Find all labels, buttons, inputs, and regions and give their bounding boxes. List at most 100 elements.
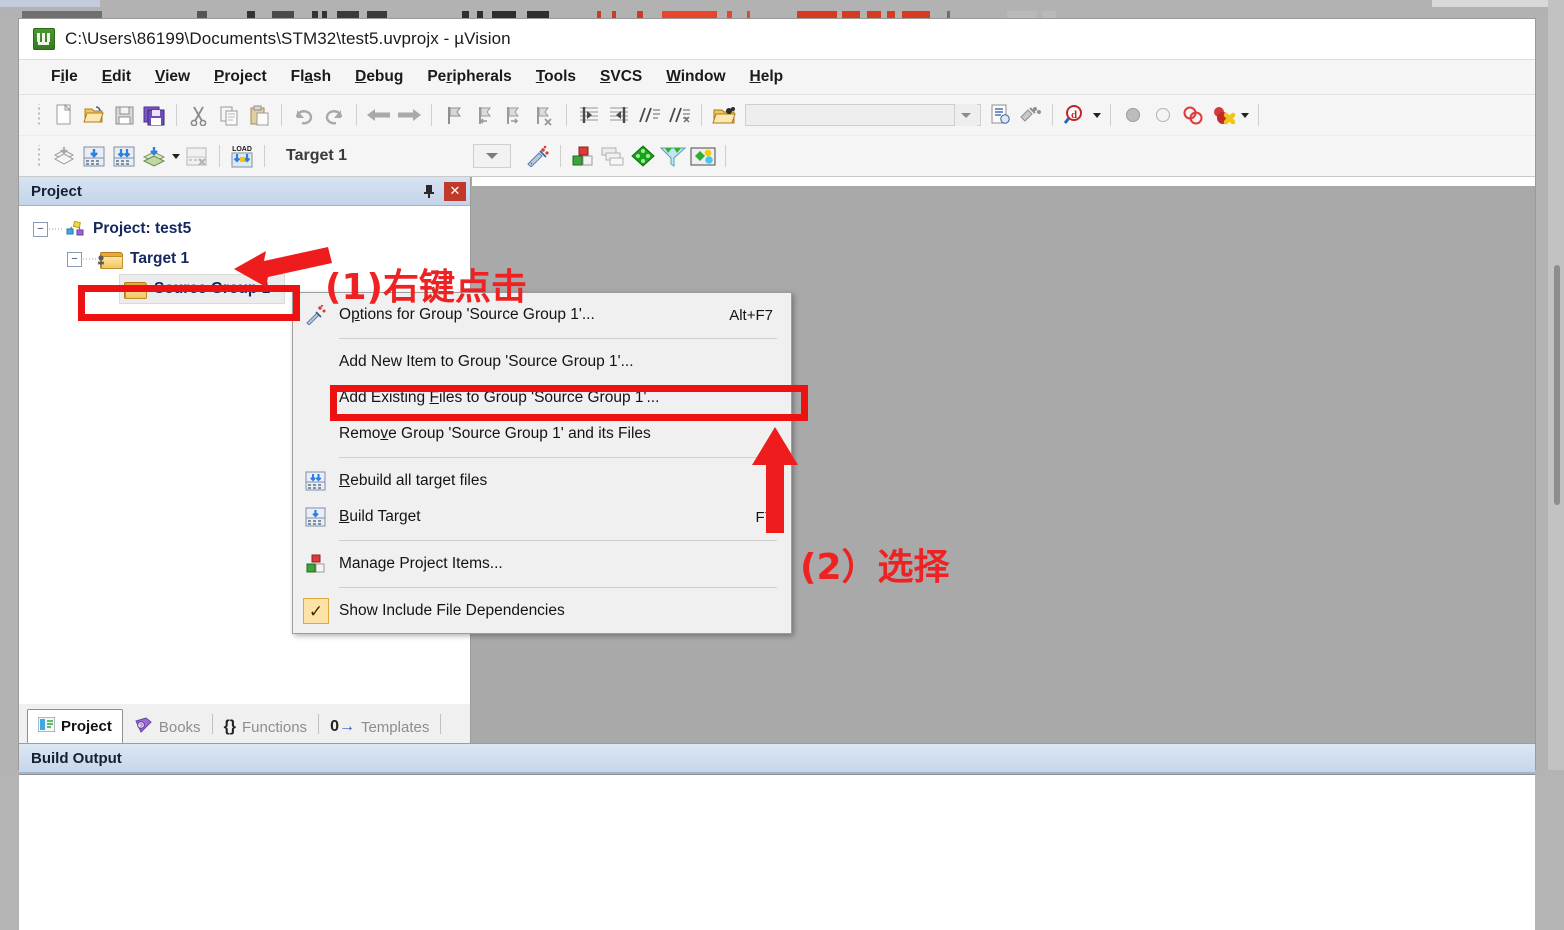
menu-help[interactable]: Help [738,64,796,90]
breakpoints-dropdown-caret-icon[interactable] [1238,101,1251,129]
redo-icon[interactable] [319,101,349,129]
tree-node-label: Project: test5 [93,220,192,237]
prev-page-text-fragment [797,11,837,18]
kill-all-breakpoints-icon[interactable] [1208,101,1238,129]
menu-project[interactable]: Project [202,64,279,90]
insert-file-icon[interactable] [985,101,1015,129]
tab-project[interactable]: Project [27,709,123,744]
menu-svcs[interactable]: SVCS [588,64,654,90]
indent-icon[interactable] [574,101,604,129]
navigate-back-icon[interactable] [364,101,394,129]
tree-connector [48,228,64,230]
prev-page-text-fragment [312,11,318,18]
menu-peripherals[interactable]: Peripherals [415,64,523,90]
manage-project-items-icon[interactable] [568,142,598,170]
open-folder-icon[interactable] [709,101,739,129]
viewer-scrollbar-thumb[interactable] [1554,265,1560,505]
translate-icon[interactable] [49,142,79,170]
tree-expander[interactable]: − [33,221,48,237]
menu-file[interactable]: File [39,64,90,90]
uncomment-icon[interactable] [664,101,694,129]
disable-breakpoint-icon[interactable] [1148,101,1178,129]
menu-window[interactable]: Window [654,64,737,90]
viewer-scrollbar[interactable] [1548,0,1564,770]
tree-node-project[interactable]: − Project: test5 [19,214,470,244]
bookmark-clear-icon[interactable] [529,101,559,129]
menu-item-rebuild-all-target-files[interactable]: Rebuild all target files [293,463,791,499]
bookmark-prev-icon[interactable] [469,101,499,129]
new-file-icon[interactable] [49,101,79,129]
menu-item-remove-group-source-group-1-and-its-file[interactable]: Remove Group 'Source Group 1' and its Fi… [293,416,791,452]
find-dropdown-caret-icon[interactable] [1090,101,1103,129]
batch-build-dropdown-caret-icon[interactable] [169,142,182,170]
viewer-top-strip-left-accent [0,0,100,7]
target-selector-dropdown[interactable] [473,144,512,168]
menu-item-build-target[interactable]: Build Target F7 [293,499,791,535]
navigate-forward-icon[interactable] [394,101,424,129]
find-icon[interactable]: d [1060,101,1090,129]
undo-icon[interactable] [289,101,319,129]
title-bar: C:\Users\86199\Documents\STM32\test5.uvp… [19,19,1535,60]
menu-view[interactable]: View [143,64,202,90]
tree-node-label: Source Group 1 [154,280,271,297]
bookmark-toggle-icon[interactable] [439,101,469,129]
cut-icon[interactable] [184,101,214,129]
menu-item-label: Options for Group 'Source Group 1'... [339,306,595,323]
comment-icon[interactable] [634,101,664,129]
menu-separator [339,457,777,458]
toolbar-separator [560,145,562,167]
templates-tab-icon: 0→ [330,718,355,735]
context-menu[interactable]: Options for Group 'Source Group 1'... Alt… [292,292,792,634]
menu-tools[interactable]: Tools [524,64,588,90]
menu-item-show-include-file-dependencies[interactable]: ✓ Show Include File Dependencies [293,593,791,629]
project-tree[interactable]: − Project: test5 − Target 1 Source Group… [19,206,470,304]
prev-page-text-fragment [947,11,950,18]
menu-item-options-for-group-source-group-1[interactable]: Options for Group 'Source Group 1'... Alt… [293,297,791,333]
menu-separator [339,540,777,541]
menu-item-add-existing-files-to-group-source-group[interactable]: Add Existing Files to Group 'Source Grou… [293,380,791,416]
target-folder-icon [97,251,123,269]
build-icon[interactable] [79,142,109,170]
copy-icon[interactable] [214,101,244,129]
menu-edit[interactable]: Edit [90,64,143,90]
toolbar-grip[interactable] [33,145,45,167]
rebuild-icon[interactable] [109,142,139,170]
outdent-icon[interactable] [604,101,634,129]
tab-functions[interactable]: {} Functions [213,710,319,744]
prev-page-text-fragment [492,11,516,18]
toolbar-separator [176,104,177,126]
menu-item-label: Rebuild all target files [339,472,488,489]
configuration-wizard-icon[interactable] [628,142,658,170]
menu-flash[interactable]: Flash [279,64,344,90]
menu-item-manage-project-items[interactable]: Manage Project Items... [293,546,791,582]
project-icon [66,220,86,238]
toolbar-grip[interactable] [33,104,45,126]
find-in-files-icon[interactable] [1015,101,1045,129]
find-combo-arrow[interactable] [921,104,977,126]
multi-project-icon[interactable] [598,142,628,170]
toolbar-separator [1258,104,1259,126]
close-icon[interactable]: ✕ [444,181,466,201]
tree-node-target[interactable]: − Target 1 [19,244,470,274]
paste-icon[interactable] [244,101,274,129]
stop-build-icon[interactable] [182,142,212,170]
tree-expander[interactable]: − [67,251,82,267]
breakpoint-icon[interactable] [1118,101,1148,129]
pack-installer-icon[interactable] [658,142,688,170]
menu-item-add-new-item-to-group-source-group-1[interactable]: Add New Item to Group 'Source Group 1'..… [293,344,791,380]
tab-templates[interactable]: 0→ Templates [319,710,440,744]
download-icon[interactable]: LOAD [227,142,257,170]
batch-build-icon[interactable] [139,142,169,170]
build-output-content[interactable] [19,774,1535,930]
tab-books[interactable]: ? Books [123,710,212,744]
menu-icon-slot [293,344,339,380]
disable-all-breakpoints-icon[interactable] [1178,101,1208,129]
bookmark-next-icon[interactable] [499,101,529,129]
menu-debug[interactable]: Debug [343,64,415,90]
save-icon[interactable] [109,101,139,129]
open-file-icon[interactable] [79,101,109,129]
save-all-icon[interactable] [139,101,169,129]
run-manage-runtime-icon[interactable] [688,142,718,170]
target-options-icon[interactable] [523,142,553,170]
pin-icon[interactable] [418,181,440,201]
